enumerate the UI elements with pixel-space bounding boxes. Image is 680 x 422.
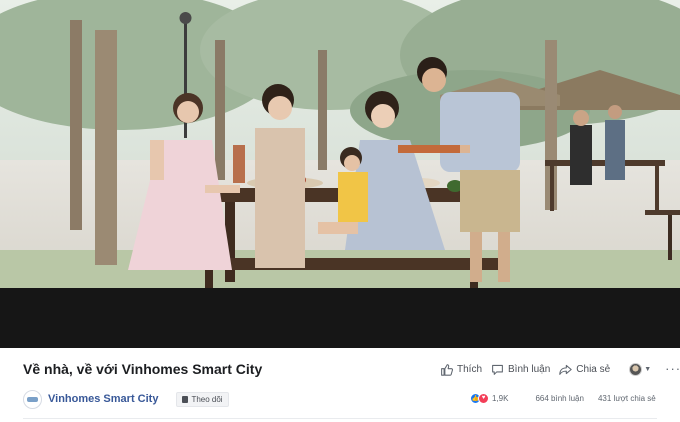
post-info: Về nhà, về với Vinhomes Smart City Thích… [0,348,680,422]
follow-label: Theo dõi [191,394,223,404]
video-frame[interactable] [0,0,680,288]
video-player[interactable] [0,0,680,348]
post-as-selector[interactable]: ▼ [629,362,652,376]
share-button[interactable]: Chia sẻ [559,363,610,376]
more-options-icon[interactable]: ··· [665,362,680,375]
like-button[interactable]: Thích [440,363,482,376]
comment-count[interactable]: 664 bình luận [535,394,584,403]
video-title: Về nhà, về với Vinhomes Smart City [23,361,263,377]
page-avatar[interactable] [23,389,42,409]
post-stats: 👍 ♥ 1,9K 664 bình luận 431 lượt chia sẻ [470,390,656,406]
comment-button[interactable]: Bình luận [491,363,550,376]
share-arrow-icon [559,364,572,375]
follow-icon [182,395,189,403]
divider [23,418,657,419]
page-info: Vinhomes Smart City Theo dõi [23,389,229,409]
share-count[interactable]: 431 lượt chia sẻ [598,394,656,403]
reaction-count[interactable]: 1,9K [492,394,508,403]
page-name-link[interactable]: Vinhomes Smart City [48,393,158,405]
video-letterbox [0,288,680,348]
user-avatar [629,362,643,376]
caret-down-icon: ▼ [644,365,652,373]
share-label: Chia sẻ [576,363,611,375]
comment-icon [492,364,503,375]
thumbs-up-icon [441,363,453,376]
comment-label: Bình luận [508,363,551,375]
video-scene-image [0,0,680,288]
action-bar: Thích Bình luận Chia sẻ ▼ ··· [440,361,680,377]
like-label: Thích [457,363,483,375]
follow-button[interactable]: Theo dõi [176,391,229,407]
love-reaction-icon[interactable]: ♥ [478,392,489,404]
